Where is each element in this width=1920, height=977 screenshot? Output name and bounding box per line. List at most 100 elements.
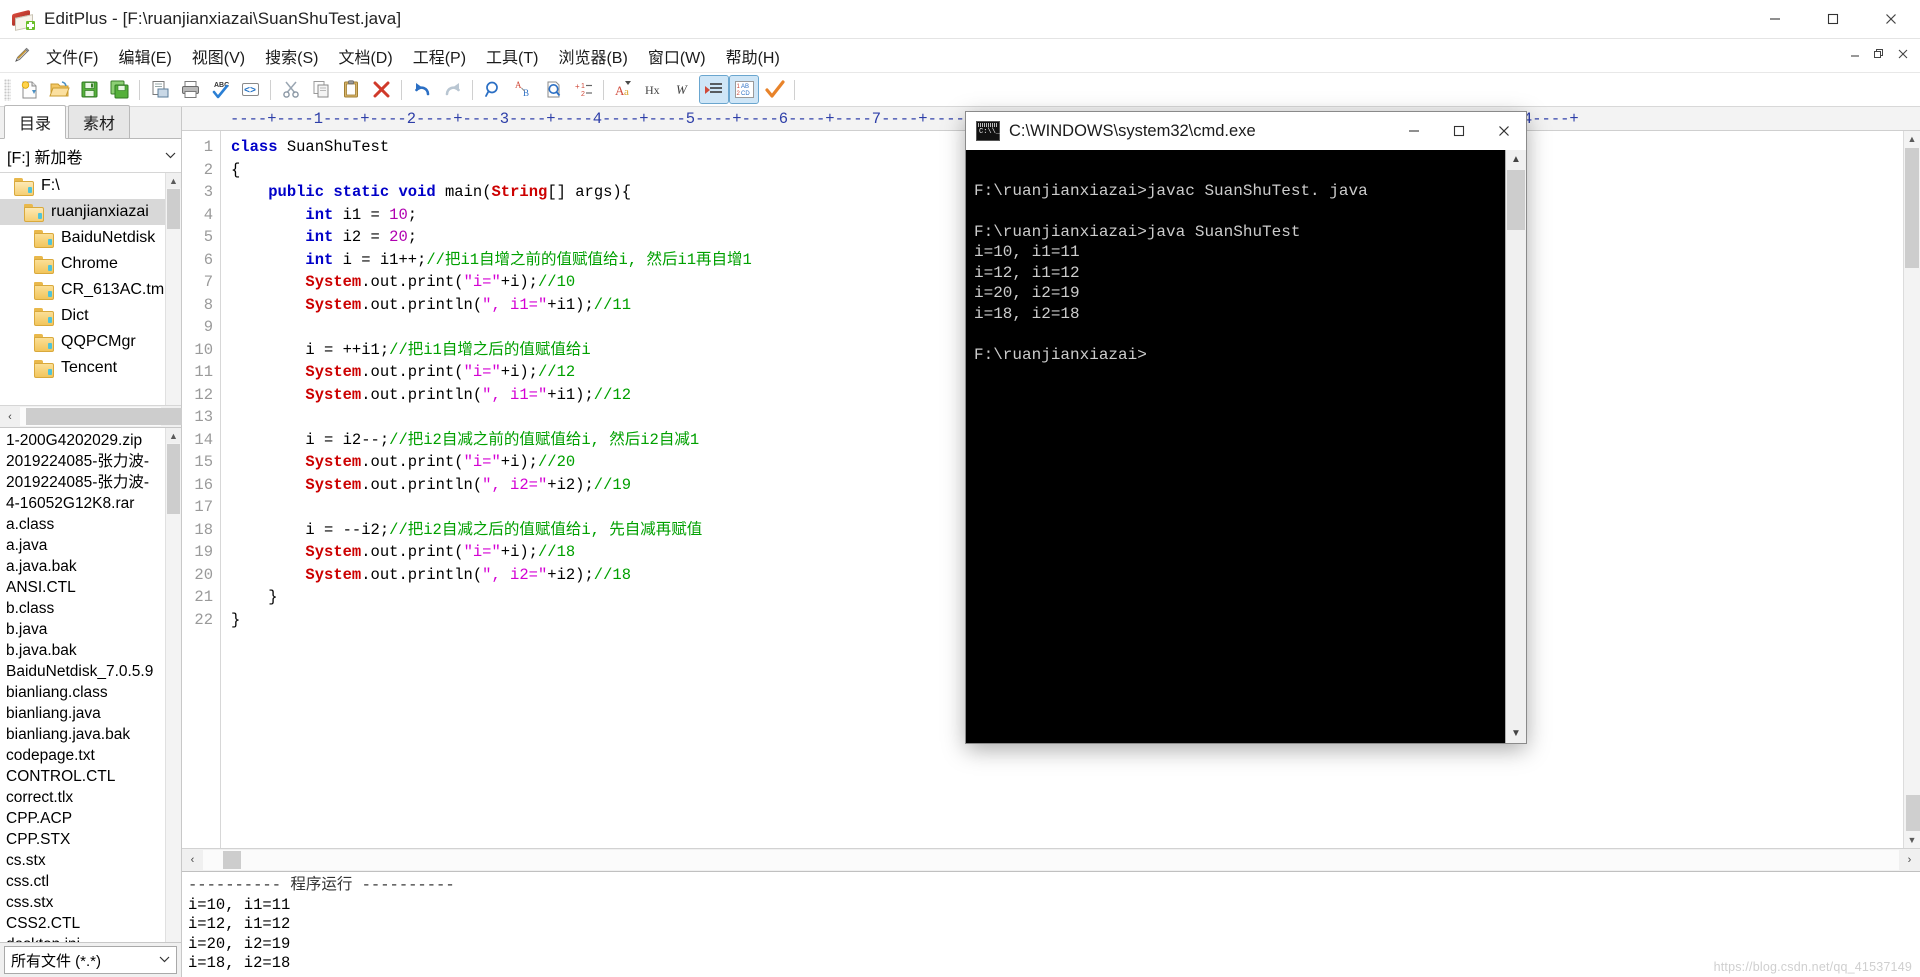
- menu-search[interactable]: 搜索(S): [255, 40, 328, 72]
- chevron-right-icon[interactable]: ›: [1899, 850, 1920, 870]
- scroll-down-icon[interactable]: ▼: [1506, 724, 1526, 743]
- list-item[interactable]: bianliang.java.bak: [4, 724, 181, 745]
- menu-document[interactable]: 文档(D): [328, 40, 402, 72]
- html-tag-icon[interactable]: <>: [236, 76, 264, 103]
- new-file-icon[interactable]: [15, 76, 43, 103]
- line-numbers-icon[interactable]: 1 2 AB CD: [729, 75, 759, 104]
- scroll-thumb[interactable]: [167, 444, 180, 514]
- list-item[interactable]: bianliang.class: [4, 682, 181, 703]
- paste-icon[interactable]: [337, 76, 365, 103]
- file-filter-select[interactable]: 所有文件 (*.*): [4, 946, 177, 974]
- scroll-up-icon[interactable]: ▲: [166, 428, 181, 443]
- chevron-left-icon[interactable]: ‹: [182, 850, 203, 870]
- list-item[interactable]: desktop.ini: [4, 934, 181, 942]
- editor-vertical-scrollbar[interactable]: ▲ ▼: [1903, 131, 1920, 848]
- tree-node-chrome[interactable]: Chrome: [0, 251, 181, 277]
- editor-horizontal-scrollbar[interactable]: ‹ ›: [182, 848, 1920, 871]
- list-item[interactable]: b.java: [4, 619, 181, 640]
- word-wrap-icon[interactable]: W: [670, 76, 698, 103]
- cut-icon[interactable]: [277, 76, 305, 103]
- tree-node-baidunetdisk[interactable]: BaiduNetdisk: [0, 225, 181, 251]
- hscroll-track[interactable]: [20, 407, 201, 426]
- hex-view-icon[interactable]: Hx: [640, 76, 668, 103]
- chevron-left-icon[interactable]: ‹: [0, 407, 20, 426]
- replace-icon[interactable]: A B: [509, 76, 537, 103]
- list-item[interactable]: a.java.bak: [4, 556, 181, 577]
- print-icon[interactable]: [176, 76, 204, 103]
- tree-horizontal-scrollbar[interactable]: ‹ ›: [0, 406, 201, 428]
- tree-vertical-scrollbar[interactable]: ▲: [165, 173, 181, 405]
- cmd-maximize-button[interactable]: [1436, 112, 1481, 150]
- list-item[interactable]: 4-16052G12K8.rar: [4, 493, 181, 514]
- tab-materials[interactable]: 素材: [68, 105, 131, 138]
- list-item[interactable]: 1-200G4202029.zip: [4, 430, 181, 451]
- list-item[interactable]: a.class: [4, 514, 181, 535]
- hscroll-thumb[interactable]: [223, 851, 241, 869]
- hscroll-track[interactable]: [203, 850, 1899, 870]
- scroll-thumb[interactable]: [167, 189, 180, 229]
- list-item[interactable]: CPP.ACP: [4, 808, 181, 829]
- menu-edit[interactable]: 编辑(E): [108, 40, 181, 72]
- print-preview-icon[interactable]: [146, 76, 174, 103]
- list-item[interactable]: b.java.bak: [4, 640, 181, 661]
- menu-tools[interactable]: 工具(T): [476, 40, 548, 72]
- scroll-up-icon[interactable]: ▲: [1506, 150, 1526, 169]
- list-item[interactable]: cs.stx: [4, 850, 181, 871]
- tree-node-dict[interactable]: Dict: [0, 303, 181, 329]
- list-item[interactable]: ANSI.CTL: [4, 577, 181, 598]
- list-item[interactable]: codepage.txt: [4, 745, 181, 766]
- minimize-button[interactable]: [1746, 0, 1804, 38]
- spellcheck-icon[interactable]: ABC: [206, 76, 234, 103]
- cmd-window[interactable]: C:\WINDOWS\system32\cmd.exe F:\ruanjianx…: [966, 112, 1526, 743]
- hscroll-thumb[interactable]: [26, 408, 201, 425]
- tree-node-tencent[interactable]: Tencent: [0, 355, 181, 381]
- chevron-down-icon[interactable]: [163, 150, 177, 162]
- drive-selector[interactable]: [F:] 新加卷: [0, 139, 181, 173]
- list-item[interactable]: correct.tlx: [4, 787, 181, 808]
- list-item[interactable]: CPP.STX: [4, 829, 181, 850]
- tree-node-ruanjianxiazai[interactable]: ruanjianxiazai: [0, 199, 181, 225]
- goto-line-icon[interactable]: + 1 2: [569, 76, 597, 103]
- tab-directory[interactable]: 目录: [4, 105, 67, 139]
- list-item[interactable]: CSS2.CTL: [4, 913, 181, 934]
- menu-view[interactable]: 视图(V): [182, 40, 255, 72]
- menu-project[interactable]: 工程(P): [403, 40, 476, 72]
- list-item[interactable]: css.ctl: [4, 871, 181, 892]
- menu-browser[interactable]: 浏览器(B): [548, 40, 637, 72]
- scroll-thumb[interactable]: [1905, 148, 1919, 268]
- find-in-files-icon[interactable]: [539, 76, 567, 103]
- chevron-down-icon[interactable]: [159, 954, 170, 966]
- cmd-scrollbar[interactable]: ▲ ▼: [1505, 150, 1526, 743]
- cmd-minimize-button[interactable]: [1391, 112, 1436, 150]
- font-format-icon[interactable]: A a: [610, 76, 638, 103]
- scroll-thumb[interactable]: [1507, 170, 1525, 230]
- tree-node-cr613ac[interactable]: CR_613AC.tm: [0, 277, 181, 303]
- scroll-up-icon[interactable]: ▲: [1904, 131, 1920, 147]
- save-all-icon[interactable]: [105, 76, 133, 103]
- toolbar-grip[interactable]: [4, 78, 11, 101]
- menu-file[interactable]: 文件(F): [36, 40, 108, 72]
- close-button[interactable]: [1862, 0, 1920, 38]
- copy-icon[interactable]: [307, 76, 335, 103]
- tree-node-root[interactable]: F:\: [0, 173, 181, 199]
- redo-icon[interactable]: [438, 76, 466, 103]
- indent-icon[interactable]: [699, 75, 729, 104]
- find-icon[interactable]: [479, 76, 507, 103]
- menu-window[interactable]: 窗口(W): [638, 40, 716, 72]
- list-item[interactable]: b.class: [4, 598, 181, 619]
- run-icon[interactable]: [760, 76, 788, 103]
- list-item[interactable]: 2019224085-张力波-: [4, 451, 181, 472]
- list-item[interactable]: a.java: [4, 535, 181, 556]
- list-item[interactable]: CONTROL.CTL: [4, 766, 181, 787]
- file-list-scrollbar[interactable]: ▲: [165, 428, 181, 942]
- open-file-icon[interactable]: [45, 76, 73, 103]
- list-item[interactable]: css.stx: [4, 892, 181, 913]
- menu-help[interactable]: 帮助(H): [716, 40, 790, 72]
- list-item[interactable]: BaiduNetdisk_7.0.5.9: [4, 661, 181, 682]
- delete-icon[interactable]: [367, 76, 395, 103]
- scroll-up-icon[interactable]: ▲: [166, 173, 181, 188]
- undo-icon[interactable]: [408, 76, 436, 103]
- save-icon[interactable]: [75, 76, 103, 103]
- document-close-button[interactable]: [1892, 43, 1914, 65]
- output-text[interactable]: ---------- 程序运行 ---------- i=10, i1=11 i=1…: [182, 872, 1920, 977]
